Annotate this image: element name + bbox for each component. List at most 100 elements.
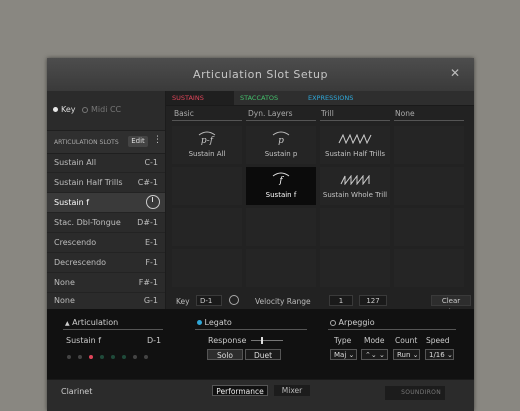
legato-section-title: Legato (197, 318, 232, 327)
articulation-cell-empty[interactable] (320, 249, 390, 287)
articulation-cell-sustain-all[interactable]: p-f Sustain All (172, 126, 242, 164)
arp-mode-dropdown[interactable]: ⌃⌄ ⌄ (361, 349, 388, 360)
articulation-cell-empty[interactable] (246, 249, 316, 287)
slot-name: None (54, 278, 75, 287)
chevron-down-icon: ⌄ (378, 351, 385, 359)
articulation-cell-empty[interactable] (246, 208, 316, 246)
key-value-field[interactable]: D-1 (196, 295, 222, 306)
slot-name: Stac. Dbl-Tongue (54, 218, 121, 227)
column-divider (320, 120, 390, 121)
articulation-cell-empty[interactable] (394, 167, 464, 205)
arp-mode-label: Mode (364, 336, 385, 345)
tab-staccatos[interactable]: STACCATOS (234, 91, 300, 105)
slot-item[interactable]: Crescendo E-1 (47, 233, 165, 253)
slot-dot[interactable] (67, 355, 71, 359)
slot-dot[interactable] (100, 355, 104, 359)
articulation-cell-empty[interactable] (172, 208, 242, 246)
kebab-menu-icon[interactable]: ⋮ (153, 135, 162, 145)
arp-count-value: Run (397, 351, 411, 359)
legato-title: Legato (204, 318, 232, 327)
trill-wave-icon (340, 175, 370, 185)
slot-key: G-1 (143, 296, 158, 305)
edit-button[interactable]: Edit (128, 136, 148, 147)
trill-wave-icon (338, 134, 372, 144)
slot-name: Sustain All (54, 158, 97, 167)
dynamic-glyph: f (279, 176, 283, 186)
slot-item[interactable]: Stac. Dbl-Tongue D#-1 (47, 213, 165, 233)
tab-mixer[interactable]: Mixer (274, 385, 310, 396)
arp-count-dropdown[interactable]: Run ⌄ (393, 349, 420, 360)
arp-type-dropdown[interactable]: Maj ⌄ (330, 349, 357, 360)
tab-sustains[interactable]: SUSTAINS (166, 91, 234, 105)
solo-button[interactable]: Solo (207, 349, 243, 360)
arp-speed-dropdown[interactable]: 1/16 ⌄ (425, 349, 454, 360)
slot-name: Sustain f (54, 198, 90, 207)
slot-item[interactable]: Sustain Half Trills C#-1 (47, 173, 165, 193)
arp-type-value: Maj (334, 351, 347, 359)
chevron-down-icon: ⌄ (348, 351, 355, 359)
close-icon[interactable]: ✕ (450, 66, 460, 80)
slot-name: None (54, 296, 75, 305)
velocity-max-field[interactable]: 127 (359, 295, 387, 306)
arpeggio-toggle-icon[interactable] (330, 319, 336, 326)
section-divider (195, 329, 307, 330)
current-articulation: Sustain f (66, 336, 102, 345)
key-mode-radio[interactable]: Key (53, 105, 76, 114)
slot-item[interactable]: Sustain All C-1 (47, 153, 165, 173)
tab-performance[interactable]: Performance (212, 385, 268, 396)
midicc-mode-label: Midi CC (91, 105, 122, 114)
slot-key: D#-1 (137, 218, 158, 227)
articulation-slot-dots (67, 352, 155, 361)
instrument-name: Clarinet (61, 387, 93, 396)
articulation-cell-sustain-p[interactable]: p Sustain p (246, 126, 316, 164)
dynamic-glyph: p (278, 136, 284, 146)
duet-button[interactable]: Duet (245, 349, 281, 360)
articulation-label: Sustain p (264, 150, 298, 158)
response-slider-handle[interactable] (261, 337, 263, 344)
articulation-cell-empty[interactable] (172, 249, 242, 287)
articulation-cell-empty[interactable] (394, 126, 464, 164)
articulation-cell-empty[interactable] (394, 249, 464, 287)
slot-dot[interactable] (122, 355, 126, 359)
midicc-mode-radio[interactable]: Midi CC (82, 105, 121, 114)
articulation-label: Sustain f (265, 191, 297, 199)
triangle-icon: ▲ (65, 320, 70, 327)
slot-key-bar: Key D-1 Velocity Range 1 127 Clear Slot (166, 293, 474, 316)
articulation-cell-sustain-f[interactable]: f Sustain f (246, 167, 316, 205)
slot-key: C#-1 (137, 178, 158, 187)
articulation-cell-sustain-half-trills[interactable]: Sustain Half Trills (320, 126, 390, 164)
clear-slot-button[interactable]: Clear Slot (431, 295, 471, 316)
articulation-cell-empty[interactable] (394, 208, 464, 246)
slot-dot[interactable] (78, 355, 82, 359)
key-mode-label: Key (61, 105, 76, 114)
slot-name: Decrescendo (54, 258, 107, 267)
slot-item[interactable]: None F#-1 (47, 273, 165, 293)
articulation-label: Sustain All (188, 150, 226, 158)
articulation-tabs: SUSTAINS STACCATOS EXPRESSIONS (166, 91, 474, 106)
legato-toggle-icon[interactable] (197, 320, 202, 325)
slot-dot[interactable] (111, 355, 115, 359)
articulation-slots-header: ARTICULATION SLOTS Edit ⋮ (47, 130, 165, 154)
key-learn-icon[interactable] (229, 295, 239, 305)
velocity-min-field[interactable]: 1 (329, 295, 353, 306)
slot-dot-active[interactable] (89, 355, 93, 359)
slot-item[interactable]: Decrescendo F-1 (47, 253, 165, 273)
slot-item[interactable]: None G-1 (47, 291, 165, 310)
articulation-cell-empty[interactable] (320, 208, 390, 246)
slot-key: F#-1 (138, 278, 158, 287)
slot-key: C-1 (144, 158, 158, 167)
key-learn-knob-icon[interactable] (146, 195, 160, 209)
tab-expressions[interactable]: EXPRESSIONS (302, 91, 378, 105)
arp-mode-value: ⌃⌄ (365, 351, 377, 359)
dynamic-glyph: p-f (200, 136, 214, 146)
response-slider[interactable] (251, 340, 283, 341)
response-label: Response (208, 336, 247, 345)
current-articulation-key: D-1 (147, 336, 162, 345)
slot-dot[interactable] (144, 355, 148, 359)
slot-item-selected[interactable]: Sustain f (47, 193, 165, 213)
articulation-cell-empty[interactable] (172, 167, 242, 205)
radio-unselected-icon (82, 106, 88, 113)
slot-dot[interactable] (133, 355, 137, 359)
arpeggio-section-title: Arpeggio (330, 318, 375, 327)
articulation-cell-sustain-whole-trill[interactable]: Sustain Whole Trill (320, 167, 390, 205)
